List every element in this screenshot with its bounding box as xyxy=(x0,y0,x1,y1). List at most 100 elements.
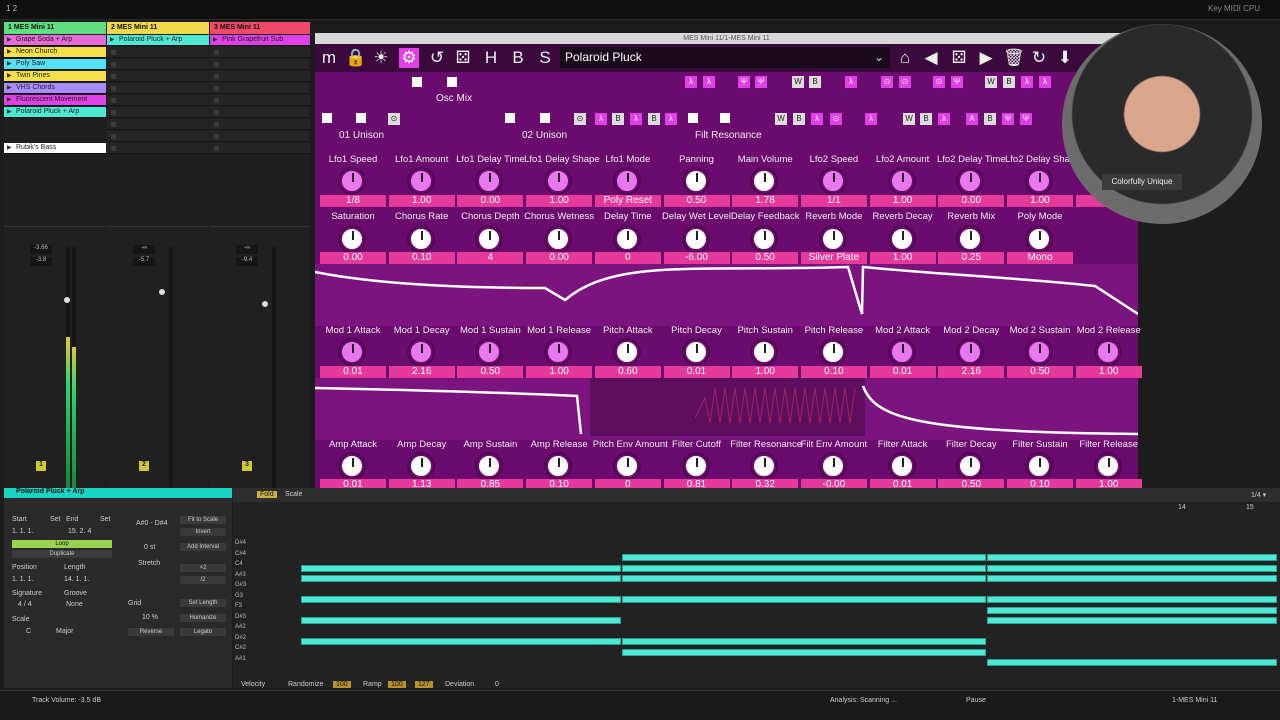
mod-slot[interactable] xyxy=(412,77,422,87)
param-knob[interactable] xyxy=(340,454,364,478)
param-value[interactable]: 0.25 xyxy=(938,252,1005,264)
scale-toggle[interactable]: Scale xyxy=(285,491,303,498)
param-value[interactable]: 4 xyxy=(457,252,524,264)
groove-value[interactable]: None xyxy=(66,601,83,608)
param-value[interactable]: 1.78 xyxy=(732,195,799,207)
track-header-3[interactable]: 3 MES Mini 11 xyxy=(210,22,310,34)
grid-setting[interactable]: 1/4 ▾ xyxy=(1251,491,1266,499)
midi-note[interactable] xyxy=(622,575,986,582)
clip-slot[interactable]: Poly Saw xyxy=(4,59,106,70)
param-knob[interactable] xyxy=(340,227,364,251)
mod-slot[interactable] xyxy=(322,113,332,123)
clip-track2-polaroid[interactable]: Polaroid Pluck + Arp xyxy=(107,35,209,46)
param-knob[interactable] xyxy=(1027,340,1051,364)
param-knob[interactable] xyxy=(752,454,777,478)
legato-button[interactable]: Legato xyxy=(180,628,226,636)
param-value[interactable]: 0.00 xyxy=(526,252,593,264)
empty-clip-slot[interactable] xyxy=(210,131,310,142)
midi-note[interactable] xyxy=(301,638,621,645)
midi-note[interactable] xyxy=(987,607,1277,614)
param-knob[interactable] xyxy=(1027,169,1051,193)
volume-fader[interactable] xyxy=(262,301,268,307)
param-value[interactable]: 0.50 xyxy=(732,252,799,264)
param-value[interactable]: Silver Plate xyxy=(800,252,867,264)
clip-slot[interactable]: Polaroid Pluck + Arp xyxy=(4,107,106,118)
param-knob[interactable] xyxy=(477,454,502,478)
param-knob[interactable] xyxy=(889,227,914,251)
clip-slot[interactable]: VHS Chords xyxy=(4,83,106,94)
param-knob[interactable] xyxy=(683,169,708,193)
start-value[interactable]: 1. 1. 1. xyxy=(12,528,33,535)
midi-note[interactable] xyxy=(622,554,986,561)
piano-key[interactable]: F3 xyxy=(233,603,273,609)
param-knob[interactable] xyxy=(958,227,983,251)
param-value[interactable]: 1.00 xyxy=(526,366,593,378)
save-icon[interactable]: ⬇ xyxy=(1055,48,1075,68)
param-knob[interactable] xyxy=(683,454,708,478)
empty-clip-slot[interactable] xyxy=(107,143,209,154)
mod-slot[interactable] xyxy=(540,113,550,123)
param-value[interactable]: 0.01 xyxy=(663,366,730,378)
param-value[interactable]: 1.00 xyxy=(388,195,455,207)
mod-slot[interactable] xyxy=(505,113,515,123)
param-value[interactable]: 0.10 xyxy=(800,366,867,378)
param-value[interactable]: 0.50 xyxy=(1007,366,1073,378)
add-interval-button[interactable]: Add Interval xyxy=(180,543,226,551)
mod-slot[interactable] xyxy=(356,113,366,123)
clip-track3-pink-grapefruit[interactable]: Pink Grapefruit Sub xyxy=(210,35,310,46)
end-value[interactable]: 15. 2. 4 xyxy=(68,528,91,535)
piano-key[interactable]: A#1 xyxy=(233,656,273,662)
param-value[interactable]: 0.00 xyxy=(938,195,1005,207)
track-activator-2[interactable]: 2 xyxy=(139,461,149,471)
param-knob[interactable] xyxy=(340,169,364,193)
param-knob[interactable] xyxy=(477,169,502,193)
param-value[interactable]: 1.00 xyxy=(1007,195,1073,207)
param-knob[interactable] xyxy=(1027,454,1051,478)
length-value[interactable]: 14. 1. 1. xyxy=(64,576,89,583)
set-start-label[interactable]: Set xyxy=(50,516,61,523)
midi-note[interactable] xyxy=(987,659,1277,666)
param-value[interactable]: 1.00 xyxy=(869,195,936,207)
midi-note[interactable] xyxy=(301,575,621,582)
dice-icon[interactable]: ⚄ xyxy=(453,48,473,68)
param-knob[interactable] xyxy=(752,340,777,364)
midi-note[interactable] xyxy=(987,554,1277,561)
param-knob[interactable] xyxy=(820,340,845,364)
deviation-value[interactable]: 0 xyxy=(495,681,499,688)
gear-icon[interactable]: ⚙ xyxy=(399,48,419,68)
next-preset-icon[interactable]: ▶ xyxy=(976,48,996,68)
param-knob[interactable] xyxy=(683,340,708,364)
midi-note[interactable] xyxy=(301,565,621,572)
param-value[interactable]: 1/8 xyxy=(320,195,386,207)
param-knob[interactable] xyxy=(889,169,914,193)
empty-clip-slot[interactable] xyxy=(210,95,310,106)
clip-name[interactable]: Polaroid Pluck + Arp xyxy=(4,488,232,498)
param-knob[interactable] xyxy=(958,169,983,193)
midi-note[interactable] xyxy=(622,565,986,572)
piano-key[interactable]: D#3 xyxy=(233,614,273,620)
param-knob[interactable] xyxy=(889,454,914,478)
transpose-value[interactable]: 0 st xyxy=(144,544,155,551)
scale-mode[interactable]: Major xyxy=(56,628,74,635)
track-header-2[interactable]: 2 MES Mini 11 xyxy=(107,22,209,34)
param-knob[interactable] xyxy=(683,227,708,251)
param-knob[interactable] xyxy=(1095,340,1120,364)
param-knob[interactable] xyxy=(477,227,502,251)
midi-note[interactable] xyxy=(987,565,1277,572)
track-activator-3[interactable]: 3 xyxy=(242,461,252,471)
loop-button[interactable]: Loop xyxy=(12,540,112,548)
empty-clip-slot[interactable] xyxy=(210,47,310,58)
track-header-1[interactable]: 1 MES Mini 11 xyxy=(4,22,106,34)
clip-rubiks-bass[interactable]: Rubik's Bass xyxy=(4,143,106,154)
piano-key[interactable]: C#4 xyxy=(233,551,273,557)
volume-readout[interactable]: -∞ xyxy=(236,245,258,254)
piano-key[interactable]: G3 xyxy=(233,593,273,599)
clip-slot[interactable]: Twin Pines xyxy=(4,71,106,82)
param-knob[interactable] xyxy=(546,227,571,251)
empty-clip-slot[interactable] xyxy=(107,47,209,58)
param-value[interactable]: 1/1 xyxy=(800,195,867,207)
midi-note[interactable] xyxy=(301,596,621,603)
piano-key[interactable]: G#3 xyxy=(233,582,273,588)
param-knob[interactable] xyxy=(408,454,433,478)
volume-readout[interactable]: -∞ xyxy=(133,245,155,254)
